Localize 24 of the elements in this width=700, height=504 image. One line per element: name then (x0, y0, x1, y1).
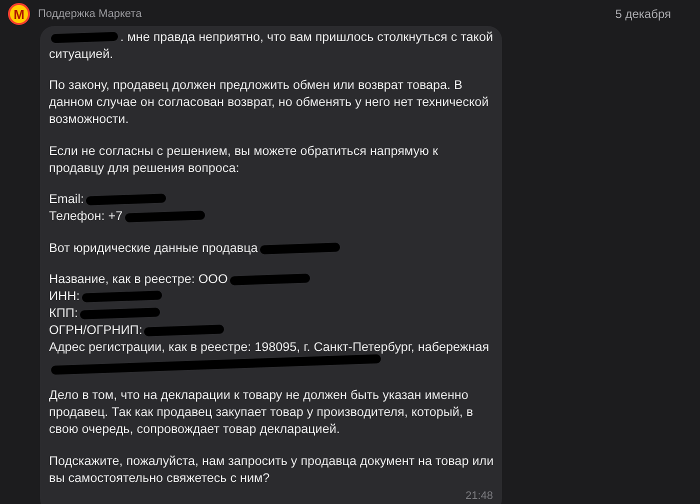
message-text: По закону, продавец должен предложить обмен или возврат товара. В (49, 77, 462, 94)
message-text: Название, как в реестре: ООО (49, 270, 228, 288)
message-text: свою очередь, сопровождает товар декларацией. (49, 421, 340, 438)
message-text: Email: (49, 191, 84, 208)
message-text: Вот юридические данные продавца (49, 240, 258, 257)
message-text: ситуацией. (49, 46, 114, 63)
message-text: Телефон: +7 (49, 208, 123, 226)
avatar: M (8, 3, 30, 25)
message-text: данном случае он согласован возврат, но обменять у него нет технической (49, 94, 489, 112)
message-text: Если не согласны с решением, вы можете обратиться напрямую к (49, 142, 438, 160)
message-text: вы самостоятельно свяжетесь с ним? (49, 470, 270, 487)
message-text: возможности. (49, 111, 129, 128)
message-time: 21:48 (465, 489, 493, 504)
message-text: Адрес регистрации, как в реестре: 198095, г. Санкт-Петербург, набережная (49, 338, 490, 356)
message-text: . мне правда неприятно, что вам пришлось столкнуться с такой (120, 29, 493, 46)
message-text: продавцу для решения вопроса: (49, 160, 240, 177)
message-text: Дело в том, что на декларации к товару не должен быть указан именно (49, 387, 468, 404)
message-text: Подскажите, пожалуйста, нам запросить у продавца документ на товар или (49, 452, 494, 470)
sender-name: Поддержка Маркета (38, 8, 142, 20)
message-text: ИНН: (49, 288, 80, 305)
message-text: продавец. Так как продавец закупает товар у производителя, который, в (49, 404, 474, 422)
message-text: ОГРН/ОГРНИП: (49, 322, 142, 339)
date-label: 5 декабря (615, 7, 671, 21)
message-text: КПП: (49, 304, 78, 322)
